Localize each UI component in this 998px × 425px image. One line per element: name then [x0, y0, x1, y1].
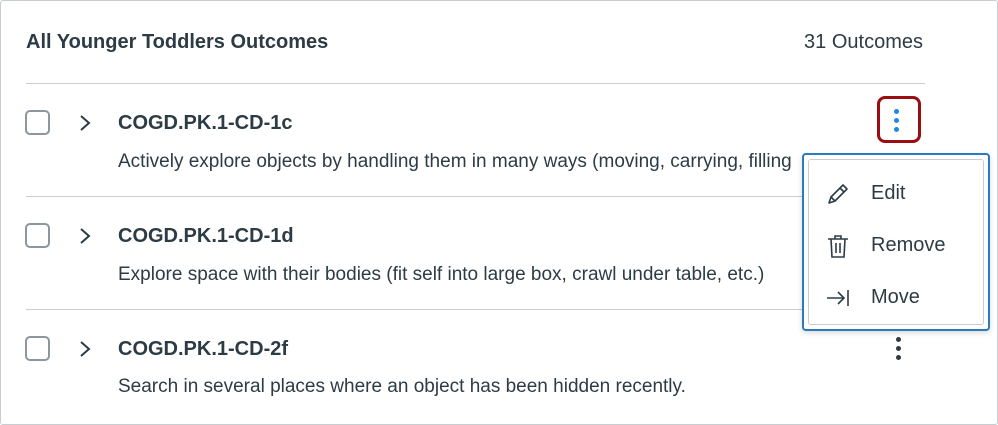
outcome-options-menu: Edit Remove Move	[802, 153, 990, 331]
group-title: All Younger Toddlers Outcomes	[26, 31, 329, 53]
outcome-count: 31 Outcomes	[804, 31, 923, 53]
menu-item-remove[interactable]: Remove	[809, 220, 989, 272]
outcome-description: Explore space with their bodies (fit sel…	[118, 264, 765, 285]
kebab-dot	[896, 346, 901, 351]
outcome-options-button[interactable]	[877, 96, 921, 143]
chevron-right-icon[interactable]	[77, 113, 93, 133]
outcome-checkbox[interactable]	[25, 336, 50, 361]
kebab-dot	[896, 355, 901, 360]
menu-item-move[interactable]: Move	[809, 272, 989, 324]
outcome-code[interactable]: COGD.PK.1-CD-1c	[118, 112, 292, 135]
outcome-checkbox[interactable]	[25, 223, 50, 248]
chevron-right-icon[interactable]	[77, 339, 93, 359]
outcome-code[interactable]: COGD.PK.1-CD-1d	[118, 225, 294, 248]
menu-item-label: Edit	[871, 182, 906, 204]
menu-item-label: Remove	[871, 234, 946, 256]
outcome-code[interactable]: COGD.PK.1-CD-2f	[118, 338, 288, 361]
outcome-options-button[interactable]	[879, 330, 919, 370]
menu-item-label: Move	[871, 286, 920, 308]
chevron-right-icon[interactable]	[77, 226, 93, 246]
pencil-icon	[828, 184, 848, 204]
kebab-dot	[894, 109, 899, 114]
outcome-description: Search in several places where an object…	[118, 376, 686, 397]
kebab-dot	[896, 337, 901, 342]
kebab-dot	[894, 127, 899, 132]
menu-item-edit[interactable]: Edit	[809, 168, 989, 220]
move-arrow-icon	[827, 290, 849, 306]
kebab-dot	[894, 118, 899, 123]
outcome-checkbox[interactable]	[25, 110, 50, 135]
outcome-description: Actively explore objects by handling the…	[118, 151, 792, 172]
menu-list: Edit Remove Move	[808, 159, 984, 325]
trash-icon	[828, 235, 848, 258]
